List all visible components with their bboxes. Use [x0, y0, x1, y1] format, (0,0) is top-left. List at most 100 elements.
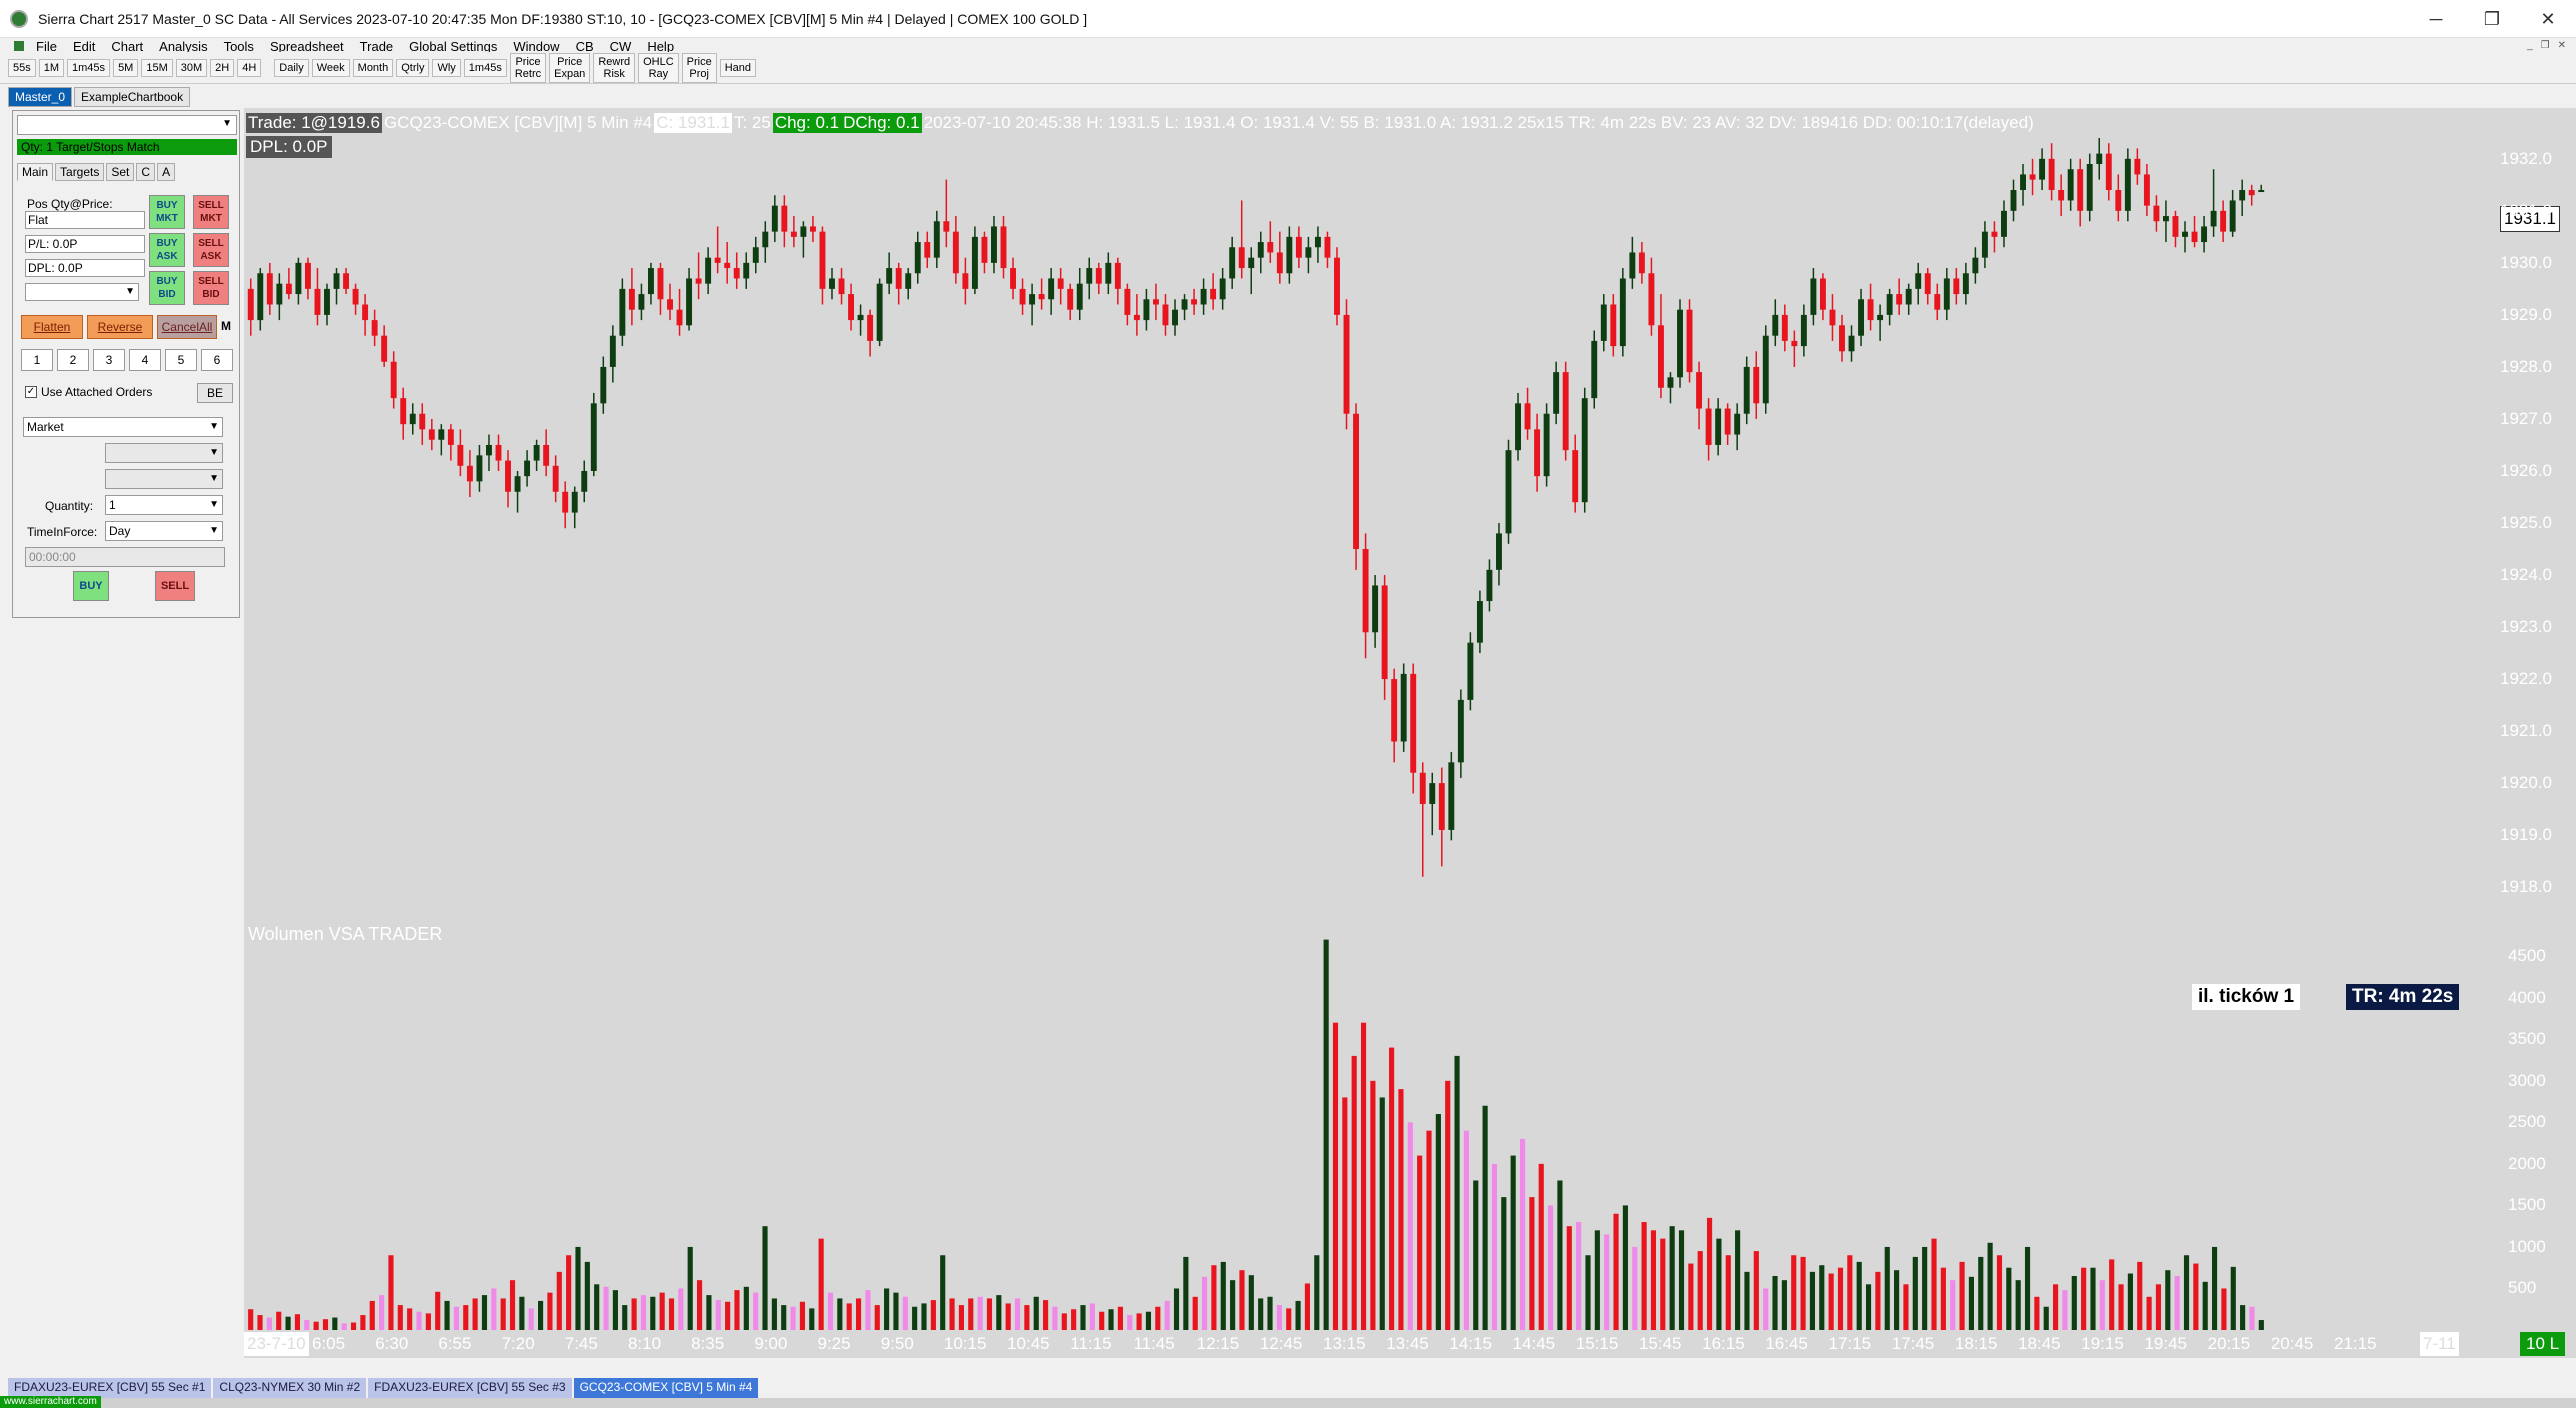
chartbook-tab-master[interactable]: Master_0	[8, 87, 73, 107]
order-price-select[interactable]: ▼	[25, 283, 139, 301]
tf-55s-button[interactable]: 55s	[8, 58, 36, 77]
candle-body	[1152, 299, 1159, 305]
sell-ask-button[interactable]: SELL ASK	[193, 233, 229, 267]
candle-body	[1457, 699, 1464, 763]
tick-count-box: il. ticków 1	[2192, 984, 2301, 1010]
tf-2h-button[interactable]: 2H	[210, 58, 235, 77]
volume-bar	[809, 1308, 815, 1330]
candle-body	[2105, 153, 2112, 191]
use-attached-orders-row[interactable]: ✓ Use Attached Orders	[25, 385, 152, 399]
reward-risk-tool-button[interactable]: Rewrd Risk	[593, 52, 636, 83]
price-expansion-tool-button[interactable]: Price Expan	[549, 52, 591, 83]
order-type-select[interactable]: Market ▼	[23, 417, 223, 437]
ohlc-ray-tool-button[interactable]: OHLC Ray	[638, 52, 679, 83]
volume-bar	[1052, 1306, 1058, 1330]
reverse-button[interactable]: Reverse	[87, 315, 153, 339]
qty-5-button[interactable]: 5	[165, 349, 197, 371]
period-month-button[interactable]: Month	[352, 58, 394, 77]
volume-bar	[2006, 1267, 2012, 1330]
m-label[interactable]: M	[221, 319, 231, 333]
qty-4-button[interactable]: 4	[129, 349, 161, 371]
candle-body	[867, 314, 874, 341]
period-qtrly-button[interactable]: Qtrly	[396, 58, 430, 77]
buy-bid-button[interactable]: BUY BID	[149, 271, 185, 305]
chart-canvas[interactable]	[244, 108, 2550, 1358]
cancel-all-button[interactable]: CancelAll	[157, 315, 217, 339]
buy-market-button[interactable]: BUY MKT	[149, 195, 185, 229]
tf-15m-button[interactable]: 15M	[141, 58, 173, 77]
period-daily-button[interactable]: Daily	[274, 58, 309, 77]
tf-1m45s-button[interactable]: 1m45s	[67, 58, 111, 77]
qty-1-button[interactable]: 1	[21, 349, 53, 371]
volume-bar	[1033, 1296, 1039, 1330]
candle-body	[1924, 273, 1931, 295]
tab-targets[interactable]: Targets	[55, 163, 105, 181]
account-select[interactable]: ▼	[17, 115, 237, 135]
volume-bar	[1192, 1296, 1198, 1330]
candle-body	[1324, 236, 1331, 258]
time-axis-label: 12:45	[1259, 1334, 1303, 1353]
breakeven-button[interactable]: BE	[197, 383, 233, 403]
candle-body	[914, 242, 921, 274]
tab-set[interactable]: Set	[106, 163, 135, 181]
tf-5m-button[interactable]: 5M	[113, 58, 139, 77]
sierrachart-url[interactable]: www.sierrachart.com	[0, 1396, 101, 1408]
tab-c[interactable]: C	[136, 163, 156, 181]
flatten-button[interactable]: Flatten	[21, 315, 83, 339]
chart-tab-fdax-1[interactable]: FDAXU23-EUREX [CBV] 55 Sec #1	[8, 1378, 212, 1398]
buy-button[interactable]: BUY	[73, 571, 109, 601]
chart-restore-button[interactable]: ❐	[2541, 40, 2550, 51]
tab-a[interactable]: A	[157, 163, 176, 181]
volume-bar	[996, 1295, 1002, 1330]
volume-bar	[332, 1317, 338, 1330]
close-button[interactable]: ✕	[2520, 0, 2576, 38]
chart-tab-fdax-3[interactable]: FDAXU23-EUREX [CBV] 55 Sec #3	[368, 1378, 572, 1398]
minimize-button[interactable]: ─	[2408, 0, 2464, 38]
time-axis-label: 19:45	[2144, 1334, 2187, 1353]
chart-area[interactable]	[244, 108, 2550, 1358]
quantity-input[interactable]: 1 ▼	[105, 495, 223, 515]
tf-1m-button[interactable]: 1M	[38, 58, 65, 77]
chart-tab-clq23[interactable]: CLQ23-NYMEX 30 Min #2	[213, 1378, 367, 1398]
period-1m45s-button[interactable]: 1m45s	[463, 58, 507, 77]
candle-body	[657, 268, 664, 300]
chart-minimize-button[interactable]: _	[2527, 40, 2533, 51]
maximize-button[interactable]: ❐	[2464, 0, 2520, 38]
period-wly-button[interactable]: Wly	[432, 58, 461, 77]
volume-bar	[1875, 1271, 1881, 1330]
price-retrace-tool-button[interactable]: Price Retrc	[509, 52, 547, 83]
period-week-button[interactable]: Week	[311, 58, 350, 77]
qty-3-button[interactable]: 3	[93, 349, 125, 371]
qty-2-button[interactable]: 2	[57, 349, 89, 371]
volume-bar	[949, 1298, 955, 1330]
chartbook-tab-example[interactable]: ExampleChartbook	[74, 87, 191, 107]
volume-bar	[799, 1301, 806, 1330]
candle-body	[1981, 231, 1988, 258]
candle-body	[524, 460, 531, 477]
sell-bid-button[interactable]: SELL BID	[193, 271, 229, 305]
chart-tab-gcq23[interactable]: GCQ23-COMEX [CBV] 5 Min #4	[573, 1378, 759, 1398]
volume-bar	[837, 1298, 843, 1330]
volume-bar	[1632, 1246, 1638, 1330]
price-axis-label: 1922.0	[2500, 669, 2552, 689]
sell-button[interactable]: SELL	[155, 571, 195, 601]
price-projection-tool-button[interactable]: Price Proj	[681, 52, 717, 83]
candle-body	[1810, 278, 1817, 315]
bar-spacing-box[interactable]: 10 L	[2520, 1332, 2566, 1356]
hand-tool-button[interactable]: Hand	[719, 58, 757, 77]
tf-4h-button[interactable]: 4H	[237, 58, 262, 77]
volume-bar	[958, 1305, 964, 1330]
sell-market-button[interactable]: SELL MKT	[193, 195, 229, 229]
volume-bar	[921, 1303, 927, 1330]
use-attached-orders-checkbox[interactable]: ✓	[25, 386, 37, 398]
tab-main[interactable]: Main	[17, 163, 54, 181]
qty-6-button[interactable]: 6	[201, 349, 233, 371]
volume-bar	[1426, 1130, 1432, 1330]
system-menu-icon[interactable]	[14, 41, 24, 51]
tf-30m-button[interactable]: 30M	[175, 58, 208, 77]
chart-close-button[interactable]: ✕	[2558, 40, 2566, 51]
time-in-force-select[interactable]: Day ▼	[105, 521, 223, 541]
volume-bar	[2174, 1276, 2180, 1330]
volume-bar	[930, 1300, 936, 1330]
buy-ask-button[interactable]: BUY ASK	[149, 233, 185, 267]
